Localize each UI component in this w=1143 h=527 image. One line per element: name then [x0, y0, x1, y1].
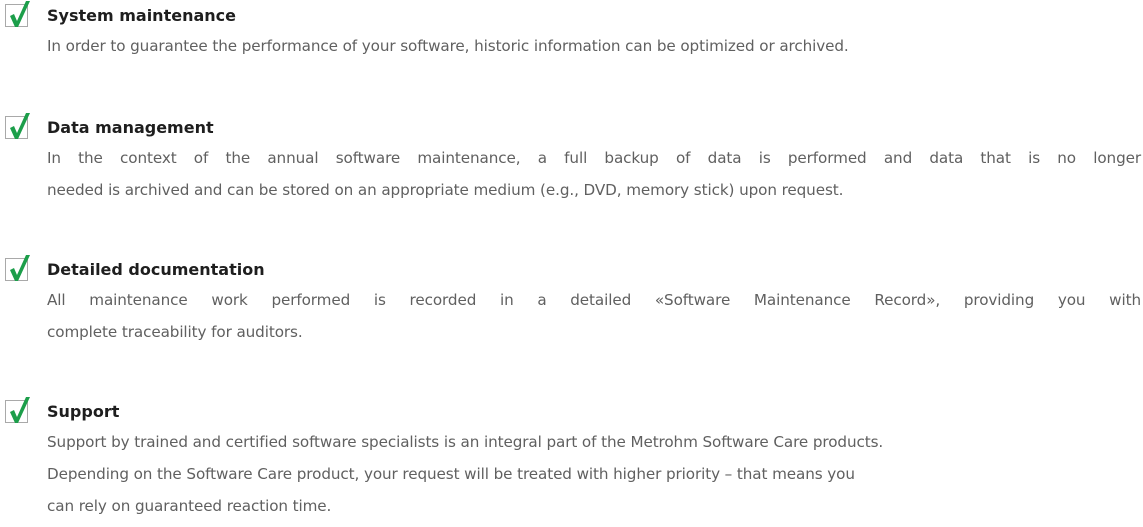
feature-description: In the context of the annual software ma…: [47, 142, 1141, 206]
check-icon: [5, 0, 32, 28]
description-line: All maintenance work performed is record…: [47, 291, 1141, 309]
feature-title: Support: [47, 402, 120, 421]
feature-description: In order to guarantee the performance of…: [47, 30, 1141, 62]
feature-title: Detailed documentation: [47, 260, 265, 279]
feature-description: Support by trained and certified softwar…: [47, 426, 1141, 522]
feature-description: All maintenance work performed is record…: [47, 284, 1141, 348]
check-icon: [5, 254, 32, 282]
description-line: needed is archived and can be stored on …: [47, 181, 844, 199]
description-line: In order to guarantee the performance of…: [47, 37, 849, 55]
feature-title: Data management: [47, 118, 214, 137]
feature-title: System maintenance: [47, 6, 236, 25]
check-icon: [5, 396, 32, 424]
description-line: In the context of the annual software ma…: [47, 149, 1141, 167]
check-icon: [5, 112, 32, 140]
description-line: Depending on the Software Care product, …: [47, 465, 855, 483]
description-line: complete traceability for auditors.: [47, 323, 303, 341]
description-line: can rely on guaranteed reaction time.: [47, 497, 332, 515]
description-line: Support by trained and certified softwar…: [47, 433, 884, 451]
